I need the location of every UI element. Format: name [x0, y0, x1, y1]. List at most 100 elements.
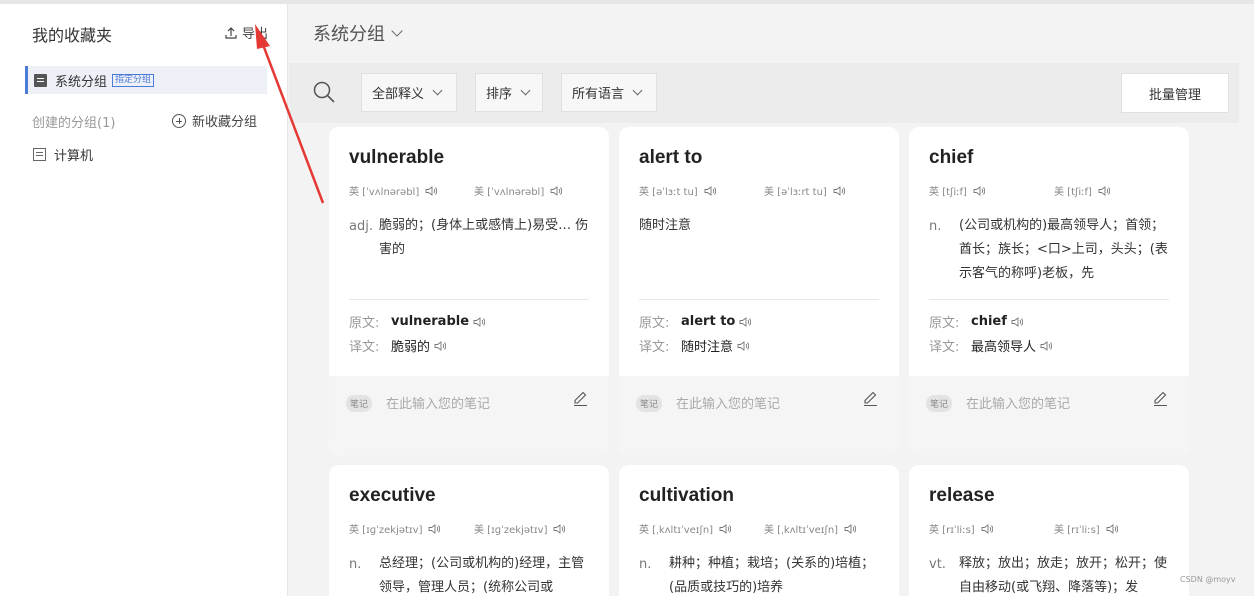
- phonetic-text: 美 [rɪˈliːs]: [1054, 525, 1100, 536]
- uk-pronunciation[interactable]: 英 [tʃiːf]: [929, 183, 985, 198]
- phonetic-text: 英 [rɪˈliːs]: [929, 525, 975, 536]
- export-button[interactable]: 导出: [224, 23, 268, 42]
- phonetic-text: 英 [ˌkʌltɪˈveɪʃn]: [639, 525, 714, 536]
- search-icon[interactable]: [313, 81, 335, 103]
- original-row: 原文: alert to: [639, 312, 752, 331]
- translation-text[interactable]: 随时注意: [681, 336, 750, 355]
- phonetic-text: 英 [ˈvʌlnərəbl]: [349, 187, 420, 198]
- speaker-icon: [1106, 523, 1118, 534]
- sidebar-item-label: 计算机: [54, 149, 94, 164]
- batch-manage-button[interactable]: 批量管理: [1121, 73, 1229, 113]
- uk-pronunciation[interactable]: 英 [ˌkʌltɪˈveɪʃn]: [639, 521, 732, 536]
- phonetic-text: 美 [ɪɡˈzekjətɪv]: [474, 525, 548, 536]
- original-row: 原文: vulnerable: [349, 312, 486, 331]
- phonetic-text: 英 [tʃiːf]: [929, 187, 967, 198]
- phonetic-text: 美 [tʃiːf]: [1054, 187, 1092, 198]
- us-pronunciation[interactable]: 美 [ˈvʌlnərəbl]: [474, 183, 563, 198]
- note-input[interactable]: 在此输入您的笔记: [386, 393, 490, 412]
- sidebar-item-computer[interactable]: 计算机: [33, 145, 93, 164]
- edit-icon[interactable]: [572, 390, 589, 407]
- phonetic-text: 英 [ɪɡˈzekjətɪv]: [349, 525, 423, 536]
- divider: [349, 299, 589, 300]
- note-input[interactable]: 在此输入您的笔记: [676, 393, 780, 412]
- part-of-speech: n.: [929, 219, 942, 234]
- word-card: cultivation 英 [ˌkʌltɪˈveɪʃn] 美 [ˌkʌltɪˈv…: [619, 465, 899, 596]
- chevron-down-icon: [432, 85, 443, 96]
- uk-pronunciation[interactable]: 英 [rɪˈliːs]: [929, 521, 993, 536]
- definition: n. 耕种；种植；栽培；(关系的)培植；(品质或技巧的)培养: [639, 556, 879, 596]
- group-selector[interactable]: 系统分组: [313, 20, 403, 46]
- translation-text[interactable]: 脆弱的: [391, 336, 447, 355]
- sidebar: 我的收藏夹 导出 系统分组 指定分组 创建的分组(1) 新收藏分组 计算机: [0, 4, 288, 596]
- definition-text: 脆弱的；(身体上或感情上)易受… 伤害的: [379, 218, 589, 257]
- word-title: chief: [929, 147, 974, 168]
- divider: [639, 299, 879, 300]
- us-pronunciation[interactable]: 美 [ˌkʌltɪˈveɪʃn]: [764, 521, 857, 536]
- created-groups-label: 创建的分组(1): [32, 116, 116, 131]
- sort-dropdown[interactable]: 排序: [475, 73, 543, 112]
- definition-text: 总经理；(公司或机构的)经理，主管领导，管理人员；(统称公司或: [379, 556, 585, 595]
- original-text[interactable]: vulnerable: [391, 314, 486, 329]
- speaker-icon: [737, 340, 750, 351]
- original-label: 原文:: [929, 316, 960, 331]
- sidebar-item-system-group[interactable]: 系统分组 指定分组: [25, 66, 267, 94]
- export-label: 导出: [242, 27, 269, 42]
- definition: n. (公司或机构的)最高领导人；首领；酋长；族长；<口>上司，头头；(表示客气的…: [929, 218, 1169, 286]
- notes-area: 笔记 在此输入您的笔记: [329, 376, 609, 455]
- word-title: cultivation: [639, 485, 735, 506]
- speaker-icon: [1011, 316, 1023, 327]
- translation-row: 译文: 最高领导人: [929, 336, 1053, 355]
- original-text[interactable]: alert to: [681, 314, 752, 329]
- uk-pronunciation[interactable]: 英 [ˈvʌlnərəbl]: [349, 183, 438, 198]
- original-text[interactable]: chief: [971, 314, 1023, 329]
- document-icon: [34, 73, 47, 87]
- definition-filter-dropdown[interactable]: 全部释义: [361, 73, 457, 112]
- note-tag: 笔记: [926, 395, 953, 412]
- default-group-tag: 指定分组: [112, 73, 155, 87]
- us-pronunciation[interactable]: 美 [əˈlɜːrt tu]: [764, 183, 845, 198]
- part-of-speech: n.: [639, 557, 652, 572]
- speaker-icon: [473, 316, 486, 327]
- translation-value: 脆弱的: [391, 340, 431, 355]
- dropdown-label: 排序: [486, 87, 513, 102]
- watermark: CSDN @moyv: [1180, 575, 1236, 584]
- us-pronunciation[interactable]: 美 [ɪɡˈzekjətɪv]: [474, 521, 566, 536]
- word-title: release: [929, 485, 995, 506]
- note-input[interactable]: 在此输入您的笔记: [966, 393, 1070, 412]
- edit-icon[interactable]: [1152, 390, 1169, 407]
- speaker-icon: [550, 185, 563, 196]
- speaker-icon: [425, 185, 438, 196]
- translation-label: 译文:: [929, 340, 960, 355]
- original-value: vulnerable: [391, 314, 470, 329]
- language-dropdown[interactable]: 所有语言: [561, 73, 657, 112]
- definition: adj. 脆弱的；(身体上或感情上)易受… 伤害的: [349, 218, 589, 262]
- us-pronunciation[interactable]: 美 [rɪˈliːs]: [1054, 521, 1118, 536]
- new-group-button[interactable]: 新收藏分组: [172, 111, 257, 130]
- sidebar-item-label: 系统分组: [55, 74, 108, 90]
- speaker-icon: [739, 316, 752, 327]
- word-card: vulnerable 英 [ˈvʌlnərəbl] 美 [ˈvʌlnərəbl]…: [329, 127, 609, 455]
- speaker-icon: [973, 185, 985, 196]
- note-tag: 笔记: [346, 395, 373, 412]
- speaker-icon: [719, 523, 732, 534]
- original-row: 原文: chief: [929, 312, 1023, 331]
- original-value: alert to: [681, 314, 736, 329]
- speaker-icon: [833, 185, 845, 196]
- uk-pronunciation[interactable]: 英 [əˈlɜːt tu]: [639, 183, 716, 198]
- edit-icon[interactable]: [862, 390, 879, 407]
- phonetic-text: 美 [əˈlɜːrt tu]: [764, 187, 827, 198]
- word-card: release 英 [rɪˈliːs] 美 [rɪˈliːs] vt. 释放；放出…: [909, 465, 1189, 596]
- uk-pronunciation[interactable]: 英 [ɪɡˈzekjətɪv]: [349, 521, 441, 536]
- part-of-speech: adj.: [349, 219, 373, 234]
- speaker-icon: [704, 185, 716, 196]
- note-tag: 笔记: [636, 395, 663, 412]
- definition-text: 释放；放出；放走；放开；松开；使自由移动(或飞翔、降落等)；发: [959, 556, 1168, 595]
- definition: n. 总经理；(公司或机构的)经理，主管领导，管理人员；(统称公司或: [349, 556, 589, 596]
- phonetic-text: 美 [ˌkʌltɪˈveɪʃn]: [764, 525, 839, 536]
- page-title: 系统分组: [313, 24, 385, 45]
- original-value: chief: [971, 314, 1007, 329]
- translation-text[interactable]: 最高领导人: [971, 336, 1053, 355]
- us-pronunciation[interactable]: 美 [tʃiːf]: [1054, 183, 1110, 198]
- upload-icon: [225, 26, 237, 39]
- speaker-icon: [981, 523, 993, 534]
